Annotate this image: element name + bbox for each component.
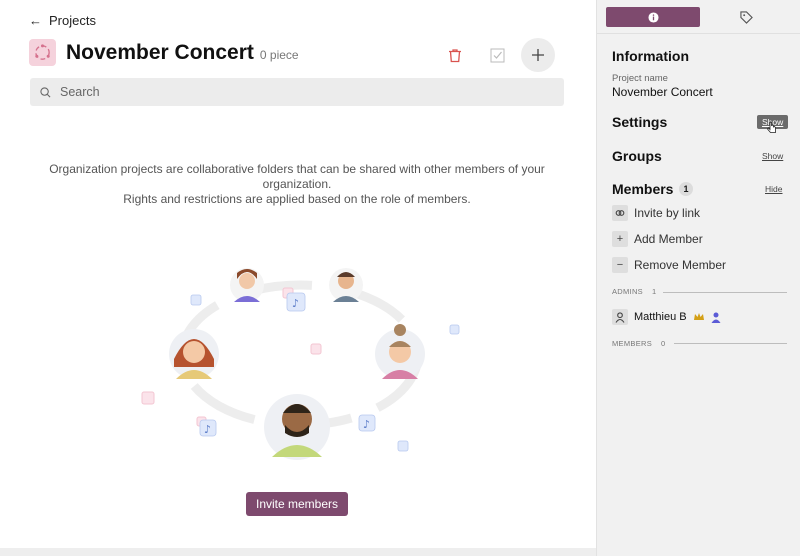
groups-title: Groups — [612, 148, 662, 164]
plus-icon — [532, 49, 544, 61]
project-icon — [29, 39, 56, 66]
members-title: Members — [612, 181, 674, 197]
page-title: November Concert — [66, 40, 254, 64]
title-row: November Concert 0 piece — [29, 39, 299, 66]
search-icon — [40, 86, 51, 97]
search-bar — [30, 78, 564, 106]
svg-text:♪: ♪ — [292, 297, 299, 310]
members-group-label: MEMBERS 0 — [612, 339, 666, 348]
avatar-bottom — [264, 394, 330, 460]
piece-count: 0 piece — [259, 47, 299, 62]
members-label: MEMBERS — [612, 339, 653, 348]
members-count-badge: 1 — [679, 182, 693, 196]
remove-member-action[interactable]: − Remove Member — [612, 257, 726, 273]
invite-by-link-action[interactable]: Invite by link — [612, 205, 700, 221]
settings-title: Settings — [612, 114, 668, 130]
minus-icon: − — [612, 257, 628, 273]
back-label: Projects — [49, 13, 96, 28]
invite-by-link-label: Invite by link — [634, 206, 701, 220]
back-link[interactable]: ← Projects — [29, 13, 96, 28]
tab-tags[interactable] — [737, 9, 755, 25]
add-member-action[interactable]: + Add Member — [612, 231, 703, 247]
user-icon — [612, 309, 628, 325]
svg-text:♪: ♪ — [363, 418, 370, 431]
link-icon — [612, 205, 628, 221]
info-icon — [647, 11, 659, 23]
member-name: Matthieu B — [634, 311, 687, 323]
person-icon — [711, 312, 721, 323]
avatar-top-right — [329, 268, 363, 302]
add-button[interactable] — [521, 38, 555, 72]
side-panel: Information Project name November Concer… — [596, 0, 800, 556]
information-title: Information — [612, 48, 689, 64]
collaboration-illustration: ♪ ♪ ♪ — [141, 268, 460, 460]
tag-icon — [739, 10, 753, 24]
cursor-icon — [767, 121, 776, 133]
member-row[interactable]: Matthieu B — [612, 309, 721, 325]
admins-count: 1 — [651, 287, 657, 296]
panel-tabs — [597, 0, 800, 34]
search-input[interactable] — [60, 85, 540, 99]
project-name-label: Project name — [612, 73, 668, 84]
svg-text:♪: ♪ — [204, 423, 211, 436]
plus-icon: + — [612, 231, 628, 247]
add-member-label: Add Member — [634, 232, 703, 246]
avatar-left — [169, 329, 219, 379]
members-count: 0 — [661, 339, 666, 348]
invite-members-button[interactable]: Invite members — [246, 492, 348, 516]
admins-label: ADMINS — [612, 287, 643, 296]
admins-divider — [663, 292, 787, 293]
delete-button[interactable] — [444, 44, 466, 66]
main-content: ← Projects November Concert 0 piece Sear… — [0, 0, 596, 556]
remove-member-label: Remove Member — [634, 258, 727, 272]
members-hide-toggle[interactable]: Hide — [765, 184, 782, 194]
trash-icon — [449, 48, 461, 62]
select-button[interactable] — [486, 44, 508, 66]
project-name-value: November Concert — [612, 85, 713, 99]
tab-information[interactable] — [606, 7, 700, 27]
empty-state-text: Organization projects are collaborative … — [30, 162, 564, 207]
bottom-bar — [0, 548, 596, 556]
arrow-left-icon: ← — [29, 13, 42, 28]
avatar-right — [375, 324, 425, 379]
admins-group-label: ADMINS 1 — [612, 287, 656, 296]
empty-state-line-1: Organization projects are collaborative … — [49, 162, 545, 191]
empty-state-line-2: Rights and restrictions are applied base… — [123, 192, 471, 206]
members-divider — [674, 343, 787, 344]
crown-icon — [693, 313, 704, 320]
avatar-top-left — [230, 268, 264, 302]
groups-show-toggle[interactable]: Show — [762, 151, 783, 161]
checkbox-icon — [490, 48, 504, 62]
